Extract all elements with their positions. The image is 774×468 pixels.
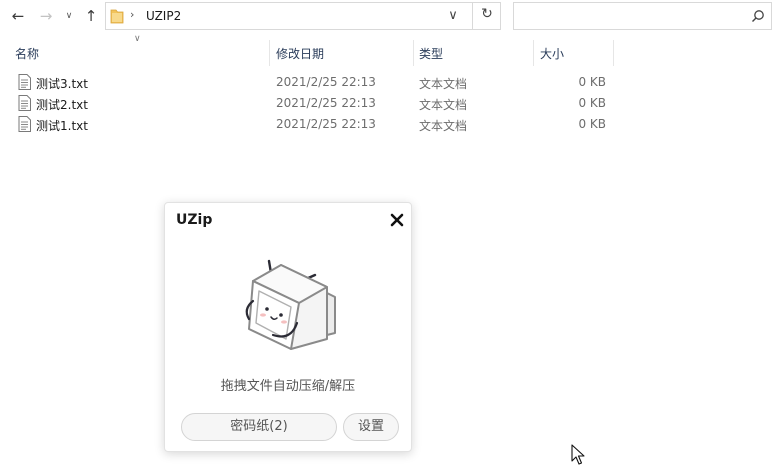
file-row[interactable]: 测试2.txt 2021/2/25 22:13 文本文档 0 KB bbox=[0, 93, 620, 114]
drop-hint-text: 拖拽文件自动压缩/解压 bbox=[220, 379, 356, 394]
column-divider[interactable] bbox=[613, 40, 614, 66]
column-divider[interactable] bbox=[413, 40, 414, 66]
search-field[interactable] bbox=[513, 2, 772, 30]
refresh-icon[interactable]: ↻ bbox=[476, 6, 498, 22]
column-header-name[interactable]: 名称 bbox=[15, 45, 39, 61]
file-modified-date: 2021/2/25 22:13 bbox=[276, 117, 376, 131]
box-mascot-illustration bbox=[245, 259, 336, 350]
mouse-cursor-icon bbox=[571, 444, 585, 465]
file-size: 0 KB bbox=[578, 75, 606, 89]
search-input[interactable] bbox=[520, 7, 744, 27]
file-modified-date: 2021/2/25 22:13 bbox=[276, 75, 376, 89]
column-header-size[interactable]: 大小 bbox=[540, 45, 564, 61]
uzip-dialog[interactable]: UZip 拖拽文件自动压缩/解压 密码纸(2) 设置 bbox=[164, 202, 412, 452]
text-file-icon bbox=[18, 74, 31, 90]
file-row[interactable]: 测试3.txt 2021/2/25 22:13 文本文档 0 KB bbox=[0, 72, 620, 93]
column-header-date[interactable]: 修改日期 bbox=[276, 45, 324, 61]
back-button[interactable]: ← bbox=[8, 6, 28, 26]
close-icon[interactable] bbox=[389, 212, 405, 228]
file-type: 文本文档 bbox=[419, 98, 468, 112]
forward-button[interactable]: → bbox=[36, 6, 56, 26]
breadcrumb-folder-uzip2[interactable]: UZIP2 bbox=[146, 9, 181, 23]
folder-icon bbox=[110, 9, 124, 24]
file-name[interactable]: 测试1.txt bbox=[36, 117, 88, 134]
text-file-icon bbox=[18, 116, 31, 132]
settings-button[interactable]: 设置 bbox=[343, 413, 399, 441]
file-name[interactable]: 测试3.txt bbox=[36, 75, 88, 92]
column-header-type[interactable]: 类型 bbox=[419, 45, 443, 61]
column-divider[interactable] bbox=[533, 40, 534, 66]
file-name[interactable]: 测试2.txt bbox=[36, 96, 88, 113]
up-folder-button[interactable]: ↑ bbox=[82, 6, 100, 26]
file-type: 文本文档 bbox=[419, 77, 468, 91]
dialog-title: UZip bbox=[176, 212, 213, 228]
breadcrumb-separator: › bbox=[130, 8, 135, 21]
file-row[interactable]: 测试1.txt 2021/2/25 22:13 文本文档 0 KB bbox=[0, 114, 620, 135]
text-file-icon bbox=[18, 95, 31, 111]
file-modified-date: 2021/2/25 22:13 bbox=[276, 96, 376, 110]
column-divider[interactable] bbox=[269, 40, 270, 66]
recent-locations-chevron-icon[interactable]: ∨ bbox=[62, 6, 76, 26]
address-dropdown-chevron-icon[interactable]: ∨ bbox=[444, 8, 462, 23]
address-bar[interactable]: › UZIP2 ∨ ↻ bbox=[105, 2, 501, 30]
password-paper-button[interactable]: 密码纸(2) bbox=[181, 413, 337, 441]
address-divider bbox=[472, 3, 473, 29]
file-size: 0 KB bbox=[578, 96, 606, 110]
sort-indicator-icon: ∨ bbox=[134, 34, 141, 44]
file-size: 0 KB bbox=[578, 117, 606, 131]
search-icon[interactable] bbox=[751, 9, 765, 23]
file-type: 文本文档 bbox=[419, 119, 468, 133]
